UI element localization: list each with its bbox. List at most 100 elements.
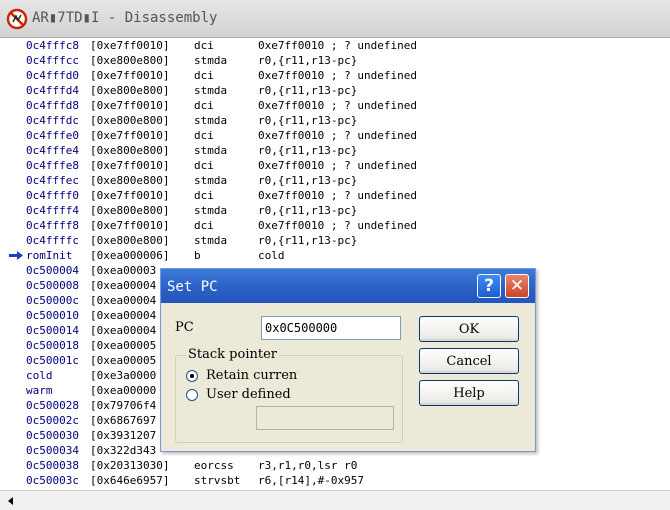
row-opcode: [0xe800e800] [90,54,170,67]
question-mark-icon: ? [484,276,494,296]
row-mnemonic: eorcss [194,459,234,472]
scroll-left-arrow-icon[interactable] [4,494,18,508]
row-opcode: [0xea00003 [90,264,157,277]
row-opcode: [0xe800e800] [90,174,170,187]
radio-retain-label: Retain current [206,368,298,383]
listing-row[interactable]: 0c4ffffc [0xe800e800] stmda r0,{r11,r13-pc} [0,233,670,248]
row-address: 0c500034 [26,444,79,457]
listing-row[interactable]: 0c4fffd8 [0xe7ff0010] dci 0xe7ff0010 ; ? un… [0,98,670,113]
row-address: 0c500038 [26,459,79,472]
row-opcode: [0xe7ff0010] [90,219,170,232]
row-opcode: [0xea00004 [90,309,157,322]
row-address: 0c4fffe8 [26,159,79,172]
row-opcode: [0xea00000 [90,384,157,397]
listing-row[interactable]: 0c4fffe4 [0xe800e800] stmda r0,{r11,r13-pc} [0,143,670,158]
listing-row[interactable]: 0c4fffcc [0xe800e800] stmda r0,{r11,r13-pc} [0,53,670,68]
row-operands: 0xe7ff0010 ; ? undefined [258,99,417,112]
cancel-button[interactable]: Cancel [419,348,519,374]
listing-row[interactable]: 0c4ffff8 [0xe7ff0010] dci 0xe7ff0010 ; ? un… [0,218,670,233]
row-address: 0c4fffdc [26,114,79,127]
row-operands: 0xe7ff0010 ; ? undefined [258,39,417,52]
row-opcode: [0xe7ff0010] [90,99,170,112]
row-opcode: [0x322d343 [90,444,157,457]
row-operands: r0,{r11,r13-pc} [258,54,358,67]
listing-row[interactable]: romInit [0xea000006] b cold [0,248,670,263]
ok-button[interactable]: OK [419,316,519,342]
listing-row[interactable]: 0c4fffd0 [0xe7ff0010] dci 0xe7ff0010 ; ? un… [0,68,670,83]
row-mnemonic: stmda [194,54,228,67]
row-address: 0c4ffff8 [26,219,79,232]
row-address: 0c50002c [26,414,79,427]
row-address: 0c4fffc8 [26,39,79,52]
listing-row[interactable]: 0c500038 [0x20313030] eorcss r3,r1,r0,lsr r… [0,458,670,473]
row-mnemonic: stmda [194,204,228,217]
listing-row[interactable]: 0c4ffff0 [0xe7ff0010] dci 0xe7ff0010 ; ? un… [0,188,670,203]
horizontal-scrollbar[interactable] [0,490,670,510]
row-address: 0c4fffd4 [26,84,79,97]
listing-row[interactable]: 0c4fffc8 [0xe7ff0010] dci 0xe7ff0010 ; ? un… [0,38,670,53]
row-address: 0c4ffff0 [26,189,79,202]
help-title-button[interactable]: ? [477,274,501,298]
close-icon: ✕ [509,276,525,296]
listing-row[interactable]: 0c4ffff4 [0xe800e800] stmda r0,{r11,r13-pc} [0,203,670,218]
row-address: warm [26,384,53,397]
listing-row[interactable]: 0c4fffe8 [0xe7ff0010] dci 0xe7ff0010 ; ? un… [0,158,670,173]
row-opcode: [0x79706f4 [90,399,157,412]
row-opcode: [0xe800e800] [90,144,170,157]
title-bar[interactable]: AR▮7TD▮I - Disassembly [0,0,670,38]
row-opcode: [0xe800e800] [90,204,170,217]
row-operands: 0xe7ff0010 ; ? undefined [258,129,417,142]
row-mnemonic: b [194,249,201,262]
help-button[interactable]: Help [419,380,519,406]
dialog-title: Set PC [167,279,218,295]
row-mnemonic: stmda [194,84,228,97]
radio-user-defined[interactable]: User defined [186,386,298,404]
pc-input[interactable] [261,316,401,340]
row-opcode: [0xe7ff0010] [90,39,170,52]
row-address: 0c4fffec [26,174,79,187]
row-address: 0c500014 [26,324,79,337]
listing-row[interactable]: 0c50003c [0x646e6957] strvsbt r6,[r14],#-0x… [0,473,670,488]
row-address: 0c500008 [26,279,79,292]
listing-row[interactable]: 0c4fffdc [0xe800e800] stmda r0,{r11,r13-pc} [0,113,670,128]
listing-row[interactable]: 0c4fffec [0xe800e800] stmda r0,{r11,r13-pc} [0,173,670,188]
user-stack-pointer-input[interactable] [256,406,394,430]
dialog-title-bar[interactable]: Set PC ? ✕ [161,269,535,303]
row-mnemonic: dci [194,189,214,202]
set-pc-dialog: Set PC ? ✕ PC Stack pointer Retain curre… [160,268,536,452]
row-operands: r0,{r11,r13-pc} [258,204,358,217]
row-address: 0c4fffd0 [26,69,79,82]
row-operands: r0,{r11,r13-pc} [258,174,358,187]
listing-row[interactable]: 0c4fffd4 [0xe800e800] stmda r0,{r11,r13-pc} [0,83,670,98]
row-operands: r0,{r11,r13-pc} [258,144,358,157]
radio-selected-dot [190,374,194,378]
window-title: AR▮7TD▮I - Disassembly [32,10,218,26]
row-address: 0c500030 [26,429,79,442]
row-address: 0c4fffcc [26,54,79,67]
row-address: 0c500028 [26,399,79,412]
radio-button[interactable] [186,389,198,401]
row-mnemonic: stmda [194,174,228,187]
row-opcode: [0x646e6957] [90,474,170,487]
arrow-right-icon [9,251,23,260]
row-address: 0c50001c [26,354,79,367]
row-operands: r3,r1,r0,lsr r0 [258,459,358,472]
row-address: romInit [26,249,73,262]
radio-button[interactable] [186,370,198,382]
row-address: cold [26,369,53,382]
row-operands: r0,{r11,r13-pc} [258,114,358,127]
row-mnemonic: dci [194,219,214,232]
listing-row[interactable]: 0c4fffe0 [0xe7ff0010] dci 0xe7ff0010 ; ? un… [0,128,670,143]
row-address: 0c4fffe4 [26,144,79,157]
row-opcode: [0xea000006] [90,249,170,262]
row-address: 0c50000c [26,294,79,307]
row-opcode: [0xe7ff0010] [90,129,170,142]
close-button[interactable]: ✕ [505,274,529,298]
row-mnemonic: strvsbt [194,474,241,487]
row-mnemonic: dci [194,159,214,172]
row-mnemonic: dci [194,39,214,52]
radio-retain-current[interactable]: Retain current [186,367,298,385]
row-mnemonic: dci [194,69,214,82]
row-opcode: [0x3931207 [90,429,157,442]
row-opcode: [0xe800e800] [90,234,170,247]
